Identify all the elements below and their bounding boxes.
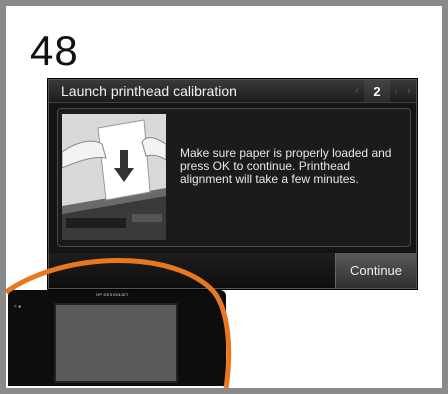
- title-bar: Launch printhead calibration ‹ 2 › ›: [49, 80, 416, 103]
- device-front-photo: HP DESIGNJET ≈ ●: [6, 256, 236, 388]
- screen-title: Launch printhead calibration: [61, 83, 237, 99]
- content-panel: Make sure paper is properly loaded and p…: [57, 108, 411, 247]
- instruction-message: Make sure paper is properly loaded and p…: [180, 146, 392, 186]
- continue-button[interactable]: Continue: [335, 253, 416, 288]
- current-page: 2: [364, 80, 390, 102]
- chevron-right-icon[interactable]: ›: [402, 85, 416, 97]
- chevron-left-icon[interactable]: ‹: [350, 85, 364, 97]
- page-indicator: ‹ 2 › ›: [350, 80, 416, 102]
- step-number: 48: [30, 27, 79, 74]
- highlight-circle-icon: [6, 258, 232, 388]
- next-page-dim-icon: ›: [394, 85, 398, 97]
- load-paper-illustration: [62, 114, 166, 240]
